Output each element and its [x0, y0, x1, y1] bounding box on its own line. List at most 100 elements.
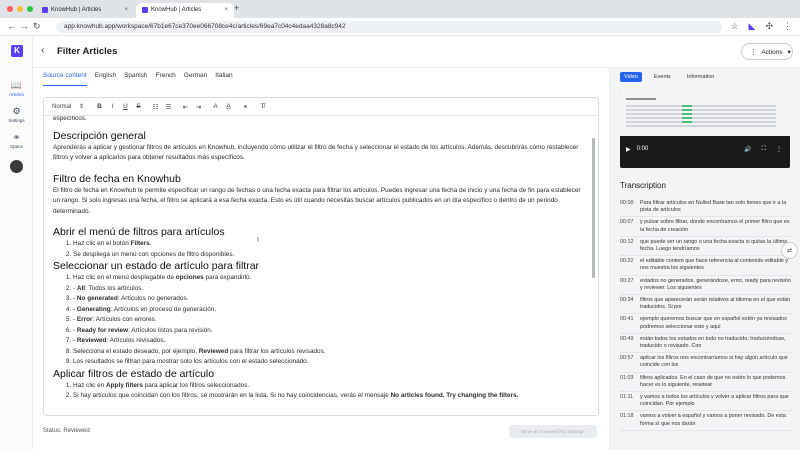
tab-video[interactable]: Video — [620, 72, 642, 82]
rich-text-editor[interactable]: Normal ⇕ B I U S ☷ ☰ ⇤ ⇥ A A̲ ⚭ T̸ espec… — [43, 97, 599, 416]
list-item: - No generated: Artículos no generados. — [73, 294, 583, 305]
editor-scrollbar[interactable] — [592, 138, 595, 278]
outdent-icon[interactable]: ⇤ — [182, 103, 189, 111]
transcript-line[interactable]: 00:12 que puede ser un rango o una fecha … — [620, 237, 793, 257]
list-text-bold: Reviewed — [198, 347, 229, 355]
tab-italian[interactable]: Italian — [215, 72, 232, 86]
select-caret-icon: ⇕ — [79, 104, 85, 110]
text-color-icon[interactable]: A — [212, 103, 219, 110]
link-icon[interactable]: ⚭ — [242, 103, 249, 111]
list-text-bold: opciones — [175, 274, 204, 281]
list-text: Selecciona el estado deseado, por ejempl… — [73, 347, 199, 355]
tab-english[interactable]: English — [95, 72, 116, 86]
tab-events[interactable]: Events — [650, 72, 675, 82]
transcript-text: filtros aplicados. En el caso de que no … — [640, 374, 786, 388]
extension-icon[interactable]: ◣ — [749, 21, 756, 32]
strike-button[interactable]: S — [135, 103, 142, 110]
transcript-timestamp: 01:03 — [620, 374, 634, 381]
text-cursor-icon: I — [257, 237, 259, 244]
window-controls[interactable] — [7, 6, 33, 12]
actions-button[interactable]: ⋮ Actions ▾ — [741, 43, 793, 60]
transcript-line[interactable]: 01:11 y vamos a todos los artículos y vol… — [620, 392, 793, 412]
transcript-line[interactable]: 00:22 el editable content que hace refere… — [620, 256, 793, 276]
tab-spanish[interactable]: Spanish — [124, 72, 148, 86]
url-field[interactable]: app.knowhub.app/workspace/67b1e67ce370ee… — [56, 21, 722, 33]
heading: Filtro de fecha en Knowhub — [53, 172, 181, 185]
transcript-line[interactable]: 00:57 aplicar los filtros nos encontraría… — [620, 353, 793, 373]
tab-german[interactable]: German — [184, 72, 207, 86]
star-icon[interactable]: ☆ — [730, 21, 738, 32]
transcript-line[interactable]: 00:49 están todos los estados en todo no … — [620, 334, 793, 354]
knowhub-favicon-icon — [142, 7, 148, 13]
close-window-dot[interactable] — [7, 6, 13, 12]
maximize-window-dot[interactable] — [27, 6, 33, 12]
transcript-title: Transcription — [620, 181, 666, 190]
avatar[interactable] — [10, 160, 23, 173]
browser-tab[interactable]: KnowHub | Articles × — [36, 3, 134, 18]
italic-button[interactable]: I — [109, 103, 116, 110]
tab-information[interactable]: Information — [683, 72, 719, 82]
close-tab-icon[interactable]: × — [224, 7, 228, 18]
puzzle-icon[interactable]: ✣ — [765, 21, 773, 32]
swap-icon[interactable]: ⇄ — [781, 242, 798, 259]
menu-dots-icon[interactable]: ⋮ — [783, 21, 792, 32]
transcript-list: 00:00 Para filtrar artículos en Nulled Ba… — [620, 198, 793, 431]
list-item: - Generating: Artículos en proceso de ge… — [73, 305, 583, 316]
transcript-line[interactable]: 01:03 filtros aplicados. En el caso de qu… — [620, 373, 793, 393]
transcript-timestamp: 01:11 — [620, 394, 634, 401]
browser-tab-active[interactable]: KnowHub | Articles × — [136, 3, 234, 18]
back-chevron-icon[interactable]: ‹ — [41, 45, 44, 56]
document-content[interactable]: específicos. Descripción general Aprende… — [53, 116, 583, 415]
sidebar-item-label: Space — [10, 144, 23, 149]
list-text-bold: Generating — [76, 305, 111, 313]
transcript-timestamp: 00:00 — [620, 200, 634, 206]
list-text: Haz clic en el menú desplegable de — [73, 274, 176, 281]
reload-icon[interactable]: ↻ — [33, 21, 41, 32]
back-arrow-icon[interactable]: ← — [7, 21, 16, 31]
background-color-icon[interactable]: A̲ — [225, 103, 232, 110]
close-tab-icon[interactable]: × — [124, 7, 128, 18]
list-text: : Artículos con errores. — [92, 316, 157, 323]
knowhub-logo[interactable]: K — [11, 45, 23, 57]
play-icon[interactable]: ▶ — [626, 146, 631, 153]
tab-source-content[interactable]: Source content — [43, 72, 87, 86]
clear-format-icon[interactable]: T̸ — [259, 103, 266, 110]
list-text: para expandirlo. — [203, 274, 252, 281]
tab-french[interactable]: French — [156, 72, 176, 86]
sidebar-item-space[interactable]: ⚭ Space — [0, 132, 33, 149]
indent-icon[interactable]: ⇥ — [195, 103, 202, 111]
forward-arrow-icon[interactable]: → — [20, 21, 29, 31]
list-item: Haz clic en Apply filters para aplicar l… — [73, 381, 583, 392]
minimize-window-dot[interactable] — [17, 6, 23, 12]
sidebar-item-settings[interactable]: ⚙ Settings — [0, 106, 33, 123]
list-item: - Ready for review: Artículos listos par… — [73, 326, 583, 337]
new-tab-button[interactable]: + — [234, 3, 239, 13]
transcript-line[interactable]: 00:00 Para filtrar artículos en Nulled Ba… — [620, 198, 793, 218]
ordered-list-icon[interactable]: ☷ — [152, 103, 159, 111]
format-select[interactable]: Normal ⇕ — [52, 103, 90, 110]
transcript-line[interactable]: 00:41 ejemplo queremos buscar que en espa… — [620, 314, 793, 334]
transcript-text: y pulsar sobre filtrar, donde encontramo… — [640, 219, 790, 233]
bold-button[interactable]: B — [96, 103, 103, 110]
video-player[interactable]: ▶ 0:00 🔊 ⛶ ⋮ — [620, 92, 790, 168]
panel-tabs: Video Events Information — [620, 72, 718, 82]
move-as-reviewed-button[interactable]: Move as reviewed into trainings — [509, 425, 597, 438]
sidebar-item-articles[interactable]: 📖 Articles — [0, 80, 33, 97]
heading: Descripción general — [53, 129, 146, 142]
list-item: Los resultados se filtran para mostrar s… — [73, 357, 583, 368]
bullet-list-icon[interactable]: ☰ — [165, 103, 172, 111]
transcript-text: el editable content que hace referencia … — [640, 258, 789, 272]
list-text: Haz clic en — [73, 381, 107, 389]
transcript-line[interactable]: 00:34 filtros que aparecerán serán relati… — [620, 295, 793, 315]
page-header: ‹ Filter Articles ⋮ Actions ▾ — [33, 36, 800, 68]
transcript-line[interactable]: 00:07 y pulsar sobre filtrar, donde encon… — [620, 217, 793, 237]
transcript-line[interactable]: 00:27 estados no generados, generándose, … — [620, 276, 793, 296]
transcript-line[interactable]: 01:18 vamos a volver a español y vamos a … — [620, 411, 793, 431]
underline-button[interactable]: U — [122, 103, 129, 110]
volume-icon[interactable]: 🔊 — [744, 146, 751, 153]
status-text: Status: Reviewed — [43, 428, 90, 434]
list-text: : Artículos no generados. — [117, 295, 189, 302]
list-text-bold: No generated — [76, 295, 118, 302]
fullscreen-icon[interactable]: ⛶ — [762, 146, 766, 153]
more-dots-icon[interactable]: ⋮ — [776, 146, 782, 153]
